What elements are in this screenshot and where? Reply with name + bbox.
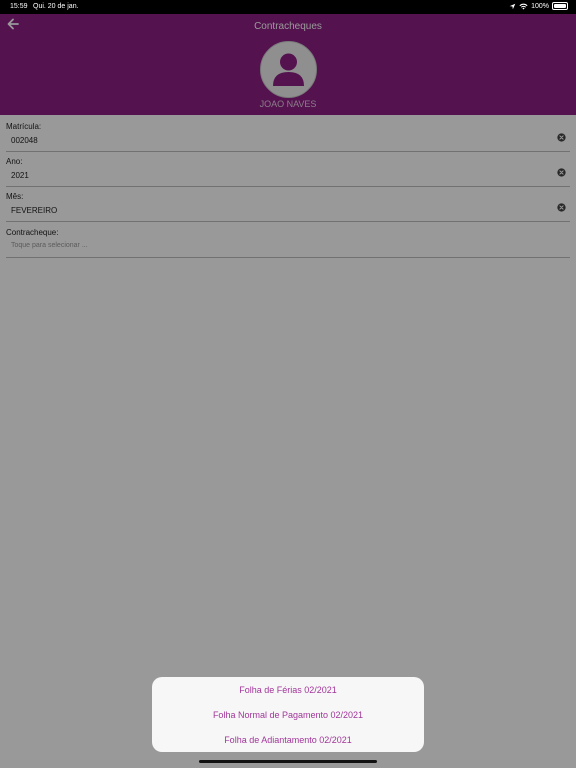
status-right: 100%	[509, 2, 568, 10]
status-time: 15:59	[10, 3, 28, 10]
wifi-icon	[519, 3, 528, 9]
paycheck-action-sheet: Folha de Férias 02/2021 Folha Normal de …	[152, 677, 424, 752]
modal-backdrop[interactable]	[0, 14, 576, 768]
action-folha-ferias[interactable]: Folha de Férias 02/2021	[152, 677, 424, 702]
action-folha-adiantamento[interactable]: Folha de Adiantamento 02/2021	[152, 727, 424, 752]
location-icon	[509, 3, 516, 9]
battery-icon	[552, 2, 568, 10]
status-bar: 15:59 Qui. 20 de jan. 100%	[0, 0, 576, 14]
action-folha-normal-pagamento[interactable]: Folha Normal de Pagamento 02/2021	[152, 702, 424, 727]
status-date: Qui. 20 de jan.	[33, 3, 79, 10]
battery-percent: 100%	[531, 2, 549, 10]
home-indicator	[199, 760, 377, 763]
